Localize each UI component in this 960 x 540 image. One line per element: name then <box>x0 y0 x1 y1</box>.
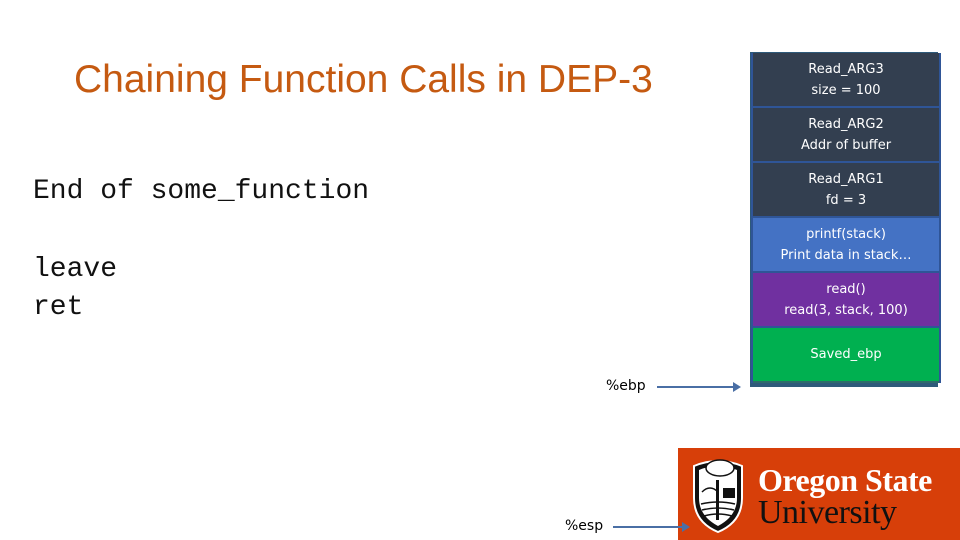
stack-cell-read-arg1: Read_ARG1 fd = 3 <box>753 163 939 216</box>
stack-cell-label: Read_ARG3 <box>808 61 884 77</box>
stack-cell-saved-ebp: Saved_ebp <box>753 328 939 383</box>
esp-label: %esp <box>565 518 604 534</box>
stack-cell-value: Addr of buffer <box>800 137 892 153</box>
stack-frames: Read_ARG3 size = 100 Read_ARG2 Addr of b… <box>751 53 941 383</box>
stack-cell-label: Read_ARG2 <box>808 116 884 132</box>
ebp-label: %ebp <box>606 378 646 394</box>
code-line-leave: leave <box>33 254 118 285</box>
stack-cell-value: read(3, stack, 100) <box>784 302 908 318</box>
ebp-arrow <box>657 382 741 392</box>
code-heading: End of some_function <box>33 176 370 207</box>
stack-cell-value: fd = 3 <box>825 192 867 208</box>
code-line-ret: ret <box>33 292 84 323</box>
stack-cell-label: read() <box>826 281 866 297</box>
stack-cell-label: printf(stack) <box>806 226 886 242</box>
esp-arrow <box>613 522 690 532</box>
stack-cell-read: read() read(3, stack, 100) <box>753 273 939 326</box>
logo-text-university: University <box>758 494 897 531</box>
slide-title: Chaining Function Calls in DEP-3 <box>74 58 653 101</box>
osu-beaver-crest-icon <box>693 459 743 534</box>
stack-cell-printf: printf(stack) Print data in stack… <box>753 218 939 271</box>
stack-cell-value: size = 100 <box>811 82 881 98</box>
stack-cell-label: Read_ARG1 <box>808 171 884 187</box>
stack-cell-value: Print data in stack… <box>780 247 912 263</box>
stack-cell-read-arg2: Read_ARG2 Addr of buffer <box>753 108 939 161</box>
stack-cell-read-arg3: Read_ARG3 size = 100 <box>753 53 939 106</box>
stack-cell-label: Saved_ebp <box>810 347 882 362</box>
osu-logo: Oregon State University <box>678 448 960 540</box>
